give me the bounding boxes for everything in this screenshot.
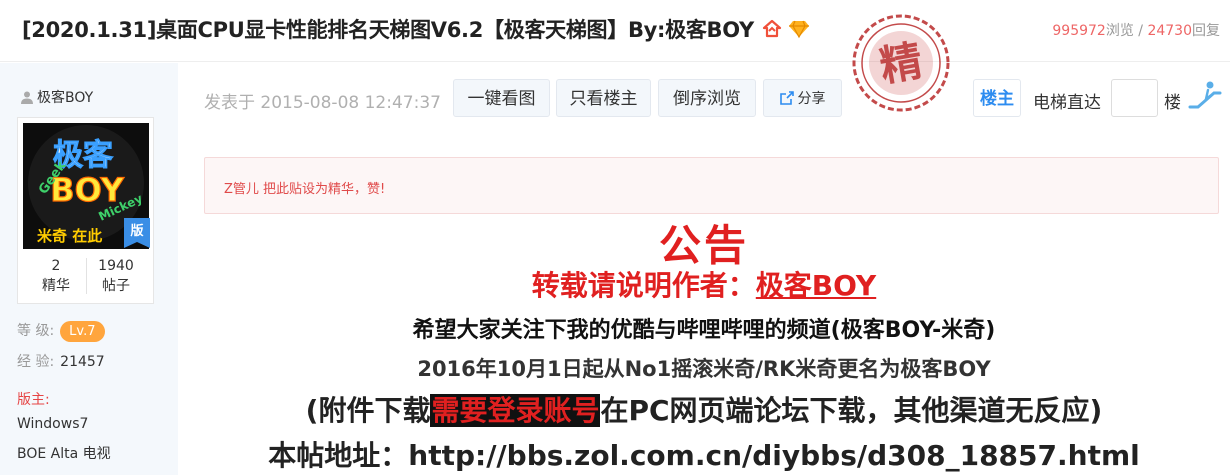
thread-title-text: [2020.1.31]桌面CPU显卡性能排名天梯图V6.2【极客天梯图】By:极… xyxy=(22,18,754,42)
view-label: 浏览 xyxy=(1105,23,1134,39)
channel-note: 希望大家关注下我的优酷与哔哩哔哩的频道(极客BOY-米奇) xyxy=(412,318,996,343)
featured-notice-text: Z管儿 把此贴设为精华，赞! xyxy=(224,182,386,197)
author-credit-prefix: 转载请说明作者： xyxy=(531,269,756,302)
jinghua-label: 精华 xyxy=(42,278,70,294)
floor-number-input[interactable] xyxy=(1111,79,1158,117)
rename-note: 2016年10月1日起从No1摇滚米奇/RK米奇更名为极客BOY xyxy=(417,357,991,381)
view-count: 995972 xyxy=(1052,23,1106,39)
moderator-badge: 版 xyxy=(124,218,150,248)
author-name[interactable]: 极客BOY xyxy=(20,87,93,107)
author-credit: 转载请说明作者：极客BOY xyxy=(178,264,1230,304)
author-sidebar: 极客BOY 极客 BOY Geek Mickey 米奇 在此 版 2 精华 19… xyxy=(0,63,178,475)
level-badge: Lv.7 xyxy=(60,321,105,342)
thread-stats: 995972浏览 / 24730回复 xyxy=(1052,20,1220,40)
featured-notice: Z管儿 把此贴设为精华，赞! xyxy=(204,157,1219,214)
thread-title: [2020.1.31]桌面CPU显卡性能排名天梯图V6.2【极客天梯图】By:极… xyxy=(22,14,810,44)
user-icon xyxy=(20,90,34,104)
thread-header: [2020.1.31]桌面CPU显卡性能排名天梯图V6.2【极客天梯图】By:极… xyxy=(0,0,1230,62)
view-all-images-button[interactable]: 一键看图 xyxy=(453,79,550,117)
moderated-board-link[interactable]: BOE Alta 电视 xyxy=(17,443,111,463)
escalator-icon[interactable] xyxy=(1188,79,1222,115)
elevator-label: 电梯直达 xyxy=(1033,93,1101,113)
jinghua-count: 2 xyxy=(51,258,61,274)
exp-row: 经 验: 21457 xyxy=(17,351,105,371)
reply-label: 回复 xyxy=(1192,23,1220,39)
post-content: 公告 转载请说明作者：极客BOY 希望大家关注下我的优酷与哔哩哔哩的频道(极客B… xyxy=(178,212,1230,475)
only-op-button[interactable]: 只看楼主 xyxy=(556,79,651,117)
download-note: (附件下载需要登录账号在PC网页端论坛下载，其他渠道无反应) xyxy=(178,389,1230,429)
post-url[interactable]: 本帖地址：http://bbs.zol.com.cn/diybbs/d308_1… xyxy=(178,434,1230,474)
level-row: 等 级: Lv.7 xyxy=(17,320,105,342)
level-label: 等 级: xyxy=(17,323,55,339)
jinghua-stamp-icon: 精 xyxy=(850,12,952,114)
svg-text:精: 精 xyxy=(876,36,926,92)
share-label: 分享 xyxy=(797,91,826,107)
louzhu-button[interactable]: 楼主 xyxy=(973,79,1021,117)
posts-label: 帖子 xyxy=(102,278,130,294)
moderated-board-link[interactable]: … xyxy=(17,468,31,475)
svg-text:版: 版 xyxy=(130,223,143,239)
posts-stat[interactable]: 1940 帖子 xyxy=(86,256,146,296)
posts-count: 1940 xyxy=(98,258,134,274)
author-credit-link[interactable]: 极客BOY xyxy=(756,269,876,302)
exp-label: 经 验: xyxy=(17,354,55,370)
gem-icon xyxy=(788,19,810,44)
hot-house-icon xyxy=(762,19,782,44)
share-icon xyxy=(779,82,794,120)
download-note-suffix: 在PC网页端论坛下载，其他渠道无反应) xyxy=(600,394,1103,427)
svg-text:米奇 在此: 米奇 在此 xyxy=(37,227,102,245)
author-card: 极客 BOY Geek Mickey 米奇 在此 版 2 精华 1940 帖子 xyxy=(17,117,154,304)
download-note-prefix: (附件下载 xyxy=(305,394,431,427)
download-note-highlight: 需要登录账号 xyxy=(430,394,601,427)
exp-value: 21457 xyxy=(60,354,105,370)
floor-suffix: 楼 xyxy=(1164,93,1181,113)
jinghua-stat[interactable]: 2 精华 xyxy=(26,256,86,296)
moderated-board-link[interactable]: Windows7 xyxy=(17,416,88,432)
share-button[interactable]: 分享 xyxy=(763,79,842,117)
author-name-text: 极客BOY xyxy=(37,90,94,106)
post-time: 发表于 2015-08-08 12:47:37 xyxy=(204,93,441,113)
reverse-order-button[interactable]: 倒序浏览 xyxy=(658,79,756,117)
moderator-label: 版主: xyxy=(17,392,50,408)
stats-separator: / xyxy=(1138,23,1143,39)
post-toolbar: 发表于 2015-08-08 12:47:37 一键看图 只看楼主 倒序浏览 分… xyxy=(178,63,1230,133)
reply-count: 24730 xyxy=(1147,23,1192,39)
